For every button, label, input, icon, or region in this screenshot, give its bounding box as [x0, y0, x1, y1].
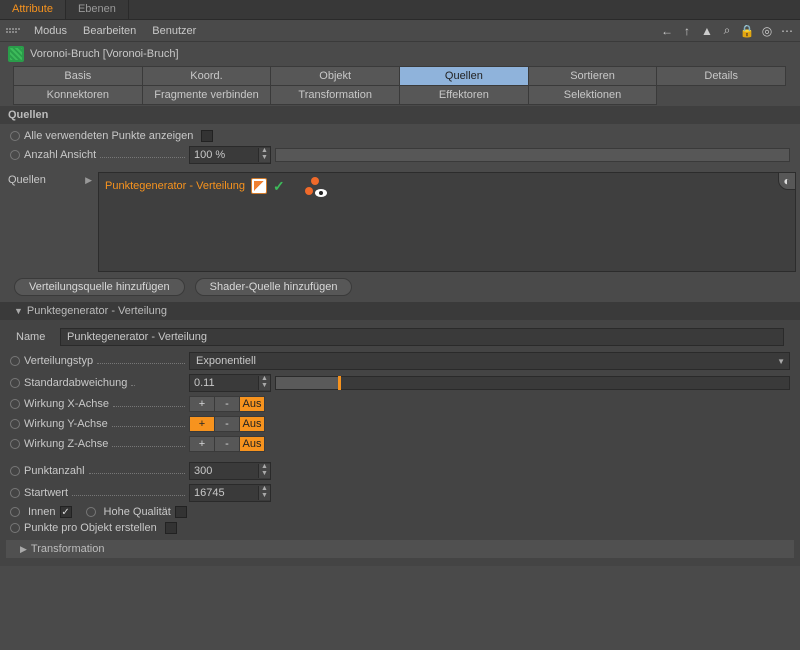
checkbox-punkte-pro-objekt[interactable] — [165, 522, 177, 534]
menu-modus[interactable]: Modus — [26, 25, 75, 37]
param-keyframe-dot[interactable] — [10, 150, 20, 160]
menu-icon[interactable]: ⋯ — [780, 24, 794, 38]
param-keyframe-dot[interactable] — [10, 378, 20, 388]
tab-koord[interactable]: Koord. — [142, 66, 272, 86]
tab-attribute[interactable]: Attribute — [0, 0, 66, 19]
tab-effektoren[interactable]: Effektoren — [399, 85, 529, 105]
add-shader-source-button[interactable]: Shader-Quelle hinzufügen — [195, 278, 353, 296]
tab-objekt[interactable]: Objekt — [270, 66, 400, 86]
axis-x-minus-button[interactable]: - — [214, 396, 240, 412]
label-punkte-pro-objekt: Punkte pro Objekt erstellen — [24, 522, 157, 534]
section-header-generator[interactable]: ▼ Punktegenerator - Verteilung — [0, 302, 800, 320]
tab-basis[interactable]: Basis — [13, 66, 143, 86]
label-wirkung-y: Wirkung Y-Achse — [24, 418, 108, 430]
label-wirkung-z: Wirkung Z-Achse — [24, 438, 108, 450]
lock-icon[interactable]: 🔒 — [740, 24, 754, 38]
top-tab-strip: Attribute Ebenen — [0, 0, 800, 20]
param-keyframe-dot[interactable] — [86, 507, 96, 517]
label-alle-punkte: Alle verwendeten Punkte anzeigen — [24, 130, 193, 142]
visibility-icon[interactable] — [305, 177, 325, 195]
dropdown-verteilungstyp[interactable]: Exponentiell▼ — [189, 352, 790, 370]
grip-icon — [6, 28, 20, 33]
axis-x-plus-button[interactable]: + — [189, 396, 215, 412]
section-header-label: Punktegenerator - Verteilung — [27, 305, 167, 317]
axis-y-minus-button[interactable]: - — [214, 416, 240, 432]
object-title: Voronoi-Bruch [Voronoi-Bruch] — [30, 48, 179, 60]
param-keyframe-dot[interactable] — [10, 439, 20, 449]
param-keyframe-dot[interactable] — [10, 131, 20, 141]
checkbox-innen[interactable]: ✓ — [60, 506, 72, 518]
checkbox-hohe-qualitaet[interactable] — [175, 506, 187, 518]
back-arrow-icon[interactable]: ← — [660, 24, 674, 38]
axis-x-aus-button[interactable]: Aus — [239, 396, 265, 412]
label-wirkung-x: Wirkung X-Achse — [24, 398, 109, 410]
axis-z-plus-button[interactable]: + — [189, 436, 215, 452]
input-name[interactable] — [60, 328, 784, 346]
tab-transformation[interactable]: Transformation — [270, 85, 400, 105]
slider-stdabw[interactable] — [275, 376, 790, 390]
label-stdabw: Standardabweichung — [24, 377, 127, 389]
axis-y-plus-button[interactable]: + — [189, 416, 215, 432]
quellen-list[interactable]: Punktegenerator - Verteilung ✓ ◐ — [98, 172, 796, 272]
section-header-quellen: Quellen — [0, 106, 800, 124]
input-punktanzahl[interactable]: ▲▼ — [189, 462, 271, 480]
input-stdabw[interactable]: ▲▼ — [189, 374, 271, 392]
tab-ebenen[interactable]: Ebenen — [66, 0, 129, 19]
axis-z-aus-button[interactable]: Aus — [239, 436, 265, 452]
checkmark-icon: ✓ — [273, 178, 285, 195]
param-keyframe-dot[interactable] — [10, 523, 20, 533]
nav-arrow-icon[interactable]: ▲ — [700, 24, 714, 38]
tab-details[interactable]: Details — [656, 66, 786, 86]
input-anzahl-ansicht[interactable]: ▲▼ — [189, 146, 271, 164]
label-punktanzahl: Punktanzahl — [24, 465, 85, 477]
param-keyframe-dot[interactable] — [10, 356, 20, 366]
expand-icon: ▶ — [20, 544, 27, 555]
voronoi-icon — [8, 46, 24, 62]
param-keyframe-dot[interactable] — [10, 466, 20, 476]
section-header-label: Transformation — [31, 543, 105, 555]
label-hohe-qualitaet: Hohe Qualität — [104, 506, 171, 518]
expand-icon[interactable]: ▶ — [85, 174, 92, 272]
param-keyframe-dot[interactable] — [10, 507, 20, 517]
label-quellen: Quellen — [8, 174, 46, 272]
slider-anzahl-ansicht[interactable] — [275, 148, 790, 162]
expand-corner-icon[interactable]: ◐ — [778, 172, 796, 190]
label-startwert: Startwert — [24, 487, 68, 499]
tab-grid: Basis Koord. Objekt Quellen Sortieren De… — [0, 66, 800, 104]
distribution-icon — [251, 178, 267, 194]
list-item[interactable]: Punktegenerator - Verteilung ✓ — [105, 177, 789, 195]
menu-bearbeiten[interactable]: Bearbeiten — [75, 25, 144, 37]
label-verteilungstyp: Verteilungstyp — [24, 355, 93, 367]
list-item-label: Punktegenerator - Verteilung — [105, 180, 245, 192]
tab-konnektoren[interactable]: Konnektoren — [13, 85, 143, 105]
search-icon[interactable]: ⌕ — [720, 24, 734, 38]
target-icon[interactable]: ◎ — [760, 24, 774, 38]
param-keyframe-dot[interactable] — [10, 399, 20, 409]
checkbox-alle-punkte[interactable] — [201, 130, 213, 142]
menubar: Modus Bearbeiten Benutzer ← ↑ ▲ ⌕ 🔒 ◎ ⋯ — [0, 20, 800, 42]
input-startwert[interactable]: ▲▼ — [189, 484, 271, 502]
tab-quellen[interactable]: Quellen — [399, 66, 529, 86]
param-keyframe-dot[interactable] — [10, 488, 20, 498]
axis-z-minus-button[interactable]: - — [214, 436, 240, 452]
param-keyframe-dot[interactable] — [10, 419, 20, 429]
section-header-transformation[interactable]: ▶ Transformation — [6, 540, 794, 558]
object-header: Voronoi-Bruch [Voronoi-Bruch] — [0, 42, 800, 66]
axis-y-aus-button[interactable]: Aus — [239, 416, 265, 432]
collapse-icon: ▼ — [14, 306, 23, 316]
label-innen: Innen — [28, 506, 56, 518]
tab-sortieren[interactable]: Sortieren — [528, 66, 658, 86]
tab-selektionen[interactable]: Selektionen — [528, 85, 658, 105]
tab-fragmente[interactable]: Fragmente verbinden — [142, 85, 272, 105]
label-anzahl-ansicht: Anzahl Ansicht — [24, 149, 96, 161]
add-distribution-source-button[interactable]: Verteilungsquelle hinzufügen — [14, 278, 185, 296]
menu-benutzer[interactable]: Benutzer — [144, 25, 204, 37]
up-arrow-icon[interactable]: ↑ — [680, 24, 694, 38]
label-name: Name — [16, 331, 60, 343]
